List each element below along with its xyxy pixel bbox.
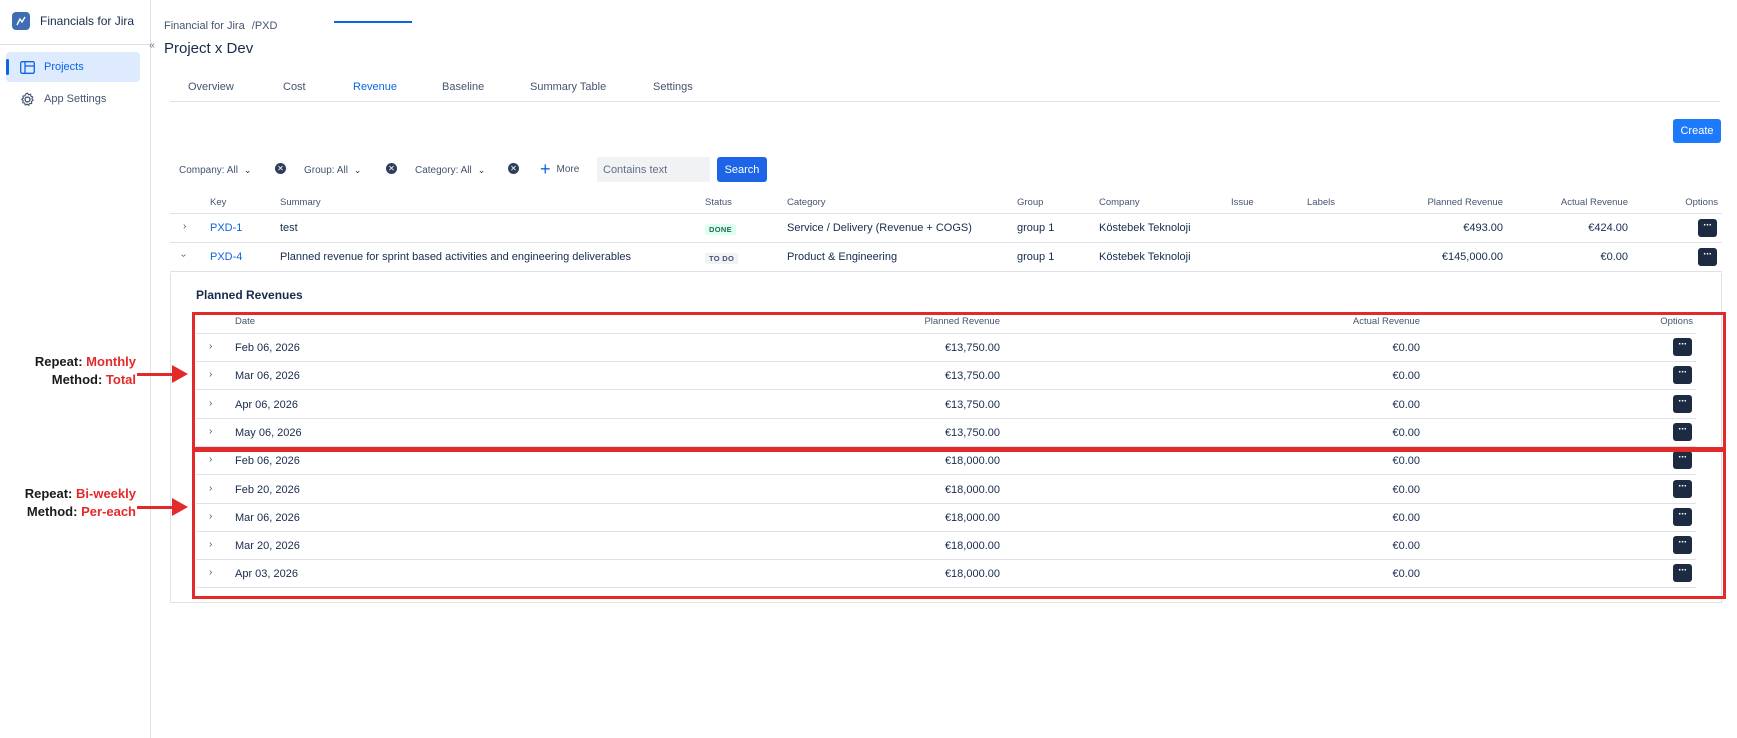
monthly-group-highlight	[192, 312, 1726, 450]
category-cell: Service / Delivery (Revenue + COGS)	[787, 222, 972, 234]
row-divider	[170, 242, 1722, 243]
board-icon	[19, 59, 35, 75]
breadcrumb: Financial for Jira /PXD	[164, 20, 277, 32]
clear-company-filter-icon[interactable]: ✕	[275, 163, 286, 174]
column-header-actual-revenue: Actual Revenue	[1560, 197, 1628, 208]
summary-cell: test	[280, 222, 298, 234]
clear-group-filter-icon[interactable]: ✕	[386, 163, 397, 174]
sidebar-item-app-settings[interactable]: App Settings	[6, 84, 140, 114]
company-cell: Köstebek Teknoloji	[1099, 222, 1191, 234]
category-filter-label: Category: All	[415, 164, 472, 176]
annotation-repeat-label: Repeat:	[34, 354, 83, 369]
annotation-biweekly: Repeat: Bi-weekly Method: Per-each	[10, 485, 136, 521]
issue-key-link[interactable]: PXD-4	[210, 251, 242, 263]
annotation-repeat-label: Repeat:	[24, 486, 73, 501]
more-filters-label: More	[556, 163, 580, 175]
annotation-method-value: Total	[105, 372, 136, 387]
breadcrumb-project[interactable]: PXD	[255, 20, 278, 32]
biweekly-group-highlight	[192, 449, 1726, 599]
planned-revenue-cell: €493.00	[1463, 222, 1503, 234]
tab-bar: Overview Cost Revenue Baseline Summary T…	[170, 78, 1720, 102]
row-options-button[interactable]: ···	[1698, 219, 1717, 237]
gear-icon	[19, 91, 35, 107]
collapse-sidebar-icon[interactable]: «	[146, 40, 158, 52]
planned-revenues-title: Planned Revenues	[196, 288, 303, 302]
search-input[interactable]	[597, 157, 710, 182]
status-badge: TO DO	[705, 253, 739, 264]
sidebar-divider	[0, 44, 151, 45]
tab-cost[interactable]: Cost	[283, 81, 306, 102]
tab-baseline[interactable]: Baseline	[442, 81, 484, 102]
sidebar-item-label: Projects	[44, 61, 84, 73]
annotation-repeat-value: Monthly	[86, 354, 136, 369]
group-cell: group 1	[1017, 251, 1055, 263]
annotation-method-label: Method:	[26, 504, 78, 519]
active-tab-indicator	[334, 21, 412, 23]
column-header-key: Key	[210, 197, 227, 208]
actual-revenue-cell: €424.00	[1588, 222, 1628, 234]
actual-revenue-cell: €0.00	[1600, 251, 1628, 263]
group-filter[interactable]: Group: All ⌄	[304, 162, 361, 178]
column-header-summary: Summary	[280, 197, 321, 208]
app-header[interactable]: Financials for Jira	[12, 11, 134, 31]
sidebar-item-projects[interactable]: Projects	[6, 52, 140, 82]
sidebar-item-label: App Settings	[44, 93, 107, 105]
collapse-chevron-icon[interactable]: ›	[178, 254, 189, 257]
clear-category-filter-icon[interactable]: ✕	[508, 163, 519, 174]
annotation-repeat-value: Bi-weekly	[76, 486, 136, 501]
annotation-method-label: Method:	[51, 372, 103, 387]
column-header-category: Category	[787, 197, 826, 208]
expand-chevron-icon[interactable]: ›	[183, 221, 186, 232]
chevron-down-icon: ⌄	[477, 164, 486, 175]
planned-revenue-cell: €145,000.00	[1441, 251, 1503, 263]
issue-key-link[interactable]: PXD-1	[210, 222, 242, 234]
annotation-method-value: Per-each	[81, 504, 136, 519]
page-title: Project x Dev	[164, 40, 254, 57]
company-filter-label: Company: All	[179, 164, 238, 176]
app-logo-icon	[12, 12, 30, 30]
arrow-head-icon	[172, 498, 188, 516]
row-divider	[170, 271, 1722, 272]
search-button[interactable]: Search	[717, 157, 767, 182]
arrow-head-icon	[172, 365, 188, 383]
category-filter[interactable]: Category: All ⌄	[415, 162, 485, 178]
table-header-divider	[170, 213, 1722, 214]
column-header-group: Group	[1017, 197, 1044, 208]
tab-overview[interactable]: Overview	[188, 81, 234, 102]
breadcrumb-root[interactable]: Financial for Jira	[164, 20, 245, 32]
app-title: Financials for Jira	[40, 14, 135, 28]
more-filters-button[interactable]: + More	[540, 160, 579, 178]
tab-settings[interactable]: Settings	[653, 81, 693, 102]
tab-revenue[interactable]: Revenue	[353, 81, 397, 102]
column-header-company: Company	[1099, 197, 1140, 208]
summary-cell: Planned revenue for sprint based activit…	[280, 251, 632, 263]
group-cell: group 1	[1017, 222, 1055, 234]
create-button[interactable]: Create	[1673, 119, 1721, 143]
plus-icon: +	[540, 159, 551, 179]
annotation-arrow	[137, 373, 177, 376]
column-header-status: Status	[705, 197, 732, 208]
column-header-issue: Issue	[1231, 197, 1254, 208]
row-options-button[interactable]: ···	[1698, 248, 1717, 266]
annotation-monthly: Repeat: Monthly Method: Total	[20, 353, 136, 389]
chevron-down-icon: ⌄	[353, 164, 362, 175]
company-filter[interactable]: Company: All ⌄	[179, 162, 251, 178]
annotation-arrow	[137, 506, 177, 509]
status-badge: DONE	[705, 224, 736, 235]
tab-summary-table[interactable]: Summary Table	[530, 81, 606, 102]
chevron-down-icon: ⌄	[243, 164, 252, 175]
column-header-planned-revenue: Planned Revenue	[1427, 197, 1503, 208]
category-cell: Product & Engineering	[787, 251, 898, 263]
group-filter-label: Group: All	[304, 164, 348, 176]
column-header-labels: Labels	[1307, 197, 1335, 208]
column-header-options: Options	[1685, 197, 1718, 208]
company-cell: Köstebek Teknoloji	[1099, 251, 1191, 263]
